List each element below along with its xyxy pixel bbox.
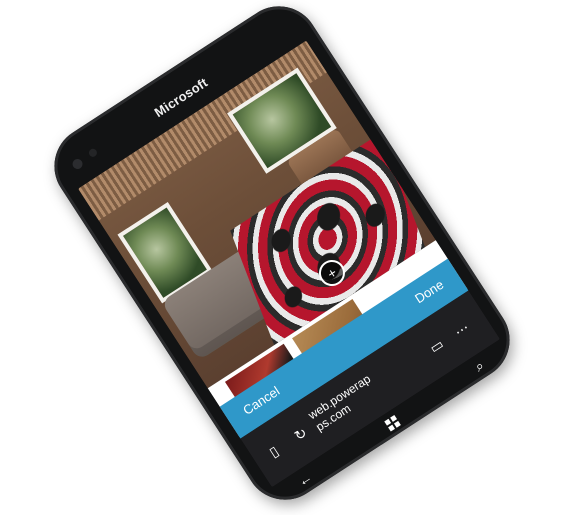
stage: Microsoft + 2 Cancel Done [0,0,562,515]
phone-screen: + 2 Cancel Done ▯ ↻ web.powerap ps.com ▭… [78,40,501,488]
phone-body: Microsoft + 2 Cancel Done [39,0,525,515]
refresh-icon[interactable]: ↻ [285,419,315,449]
more-icon[interactable]: ⋯ [446,314,476,344]
cancel-button[interactable]: Cancel [240,383,282,418]
tabs-icon[interactable]: ▯ [259,436,289,466]
done-button[interactable]: Done [412,277,446,307]
